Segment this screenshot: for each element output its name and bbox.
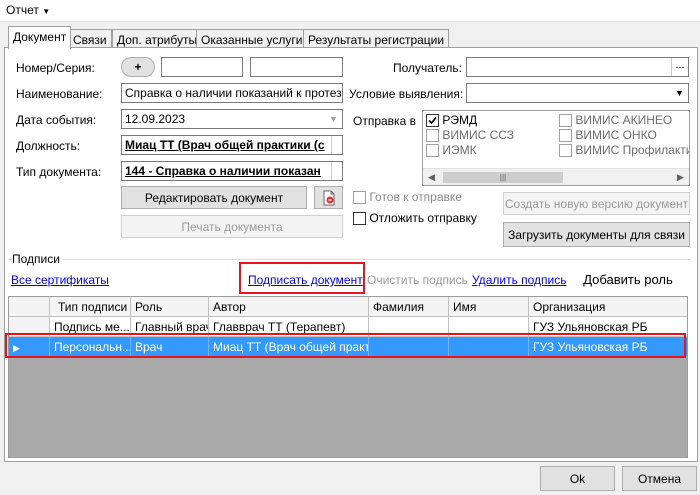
- create-new-version-button[interactable]: Создать новую версию документ: [503, 192, 690, 215]
- send-label: Отправка в: [353, 114, 416, 128]
- selected-row-highlight: [5, 333, 686, 358]
- tab-registration-results[interactable]: Результаты регистрации: [303, 29, 450, 49]
- column-header[interactable]: Организация: [529, 297, 687, 317]
- send-targets-hscrollbar[interactable]: ◀ ||| ▶: [423, 168, 689, 185]
- doctype-input[interactable]: 144 - Справка о наличии показан: [121, 161, 343, 181]
- name-label: Наименование:: [16, 87, 103, 101]
- document-icon[interactable]: [314, 186, 343, 209]
- send-target-iemk[interactable]: ИЭМК: [426, 143, 477, 158]
- doctype-label: Тип документа:: [16, 165, 102, 179]
- print-document-button[interactable]: Печать документа: [121, 215, 343, 238]
- number-input[interactable]: [161, 57, 243, 77]
- series-input[interactable]: [250, 57, 343, 77]
- position-scroll[interactable]: [331, 136, 342, 154]
- send-targets-list: РЭМД ВИМИС АКИНЕО ВИМИС ССЗ ВИМИС ОНКО И…: [422, 110, 690, 186]
- column-header[interactable]: Тип подписи: [50, 297, 131, 317]
- date-input[interactable]: 12.09.2023: [121, 109, 343, 129]
- add-role-button[interactable]: Добавить роль: [568, 266, 688, 293]
- send-target-ssz[interactable]: ВИМИС ССЗ: [426, 128, 514, 143]
- send-target-akineo[interactable]: ВИМИС АКИНЕО: [559, 113, 672, 128]
- doctype-scroll[interactable]: [331, 162, 342, 180]
- condition-select[interactable]: [466, 83, 689, 103]
- signatures-group-title: Подписи: [12, 252, 63, 266]
- menu-bar: Отчет ▼: [0, 0, 700, 22]
- signatures-table: Тип подписи Роль Автор Фамилия Имя Орган…: [8, 296, 688, 458]
- recipient-browse-button[interactable]: ...: [671, 58, 688, 76]
- position-input[interactable]: Миац ТТ (Врач общей практики (с: [121, 135, 343, 155]
- postpone-send-checkbox[interactable]: Отложить отправку: [353, 211, 477, 226]
- cancel-button[interactable]: Отмена: [622, 466, 697, 491]
- date-label: Дата события:: [16, 113, 97, 127]
- tab-document[interactable]: Документ: [8, 26, 72, 49]
- menu-report[interactable]: Отчет ▼: [6, 3, 50, 17]
- condition-label: Условие выявления:: [349, 87, 464, 101]
- scroll-left-icon[interactable]: ◀: [423, 169, 440, 186]
- recipient-input[interactable]: [466, 57, 689, 77]
- send-target-prof[interactable]: ВИМИС Профилактик: [559, 143, 689, 158]
- edit-document-button[interactable]: Редактировать документ: [121, 186, 307, 209]
- ready-to-send-checkbox[interactable]: Готов к отправке: [353, 190, 462, 205]
- number-label: Номер/Серия:: [16, 61, 95, 75]
- column-header[interactable]: Фамилия: [369, 297, 449, 317]
- recipient-label: Получатель:: [393, 61, 462, 75]
- upload-linked-documents-button[interactable]: Загрузить документы для связи: [503, 222, 690, 247]
- scroll-right-icon[interactable]: ▶: [672, 169, 689, 186]
- all-certificates-link[interactable]: Все сертификаты: [11, 273, 109, 287]
- table-header-row: Тип подписи Роль Автор Фамилия Имя Орган…: [9, 297, 687, 317]
- tab-links[interactable]: Связи: [68, 29, 112, 49]
- ok-button[interactable]: Ok: [540, 466, 615, 491]
- clear-signature-link[interactable]: Очистить подпись: [367, 273, 468, 287]
- send-target-onko[interactable]: ВИМИС ОНКО: [559, 128, 657, 143]
- plus-button[interactable]: +: [121, 57, 155, 77]
- column-header[interactable]: Роль: [131, 297, 209, 317]
- signatures-group-divider: [8, 259, 690, 260]
- scrollbar-thumb[interactable]: |||: [443, 172, 563, 183]
- tab-extra-attributes[interactable]: Доп. атрибуты: [112, 29, 203, 49]
- column-header[interactable]: Имя: [449, 297, 529, 317]
- name-input[interactable]: Справка о наличии показаний к протезиро: [121, 83, 343, 103]
- column-header[interactable]: Автор: [209, 297, 369, 317]
- send-target-remd[interactable]: РЭМД: [426, 113, 477, 128]
- date-dropdown-arrow-icon[interactable]: ▼: [325, 110, 342, 128]
- condition-dropdown-arrow-icon[interactable]: ▼: [671, 84, 688, 102]
- sign-document-link[interactable]: Подписать документ: [248, 273, 363, 287]
- header-indicator: [9, 297, 50, 317]
- position-label: Должность:: [16, 139, 81, 153]
- tab-services[interactable]: Оказанные услуги: [196, 29, 308, 49]
- delete-signature-link[interactable]: Удалить подпись: [472, 273, 567, 287]
